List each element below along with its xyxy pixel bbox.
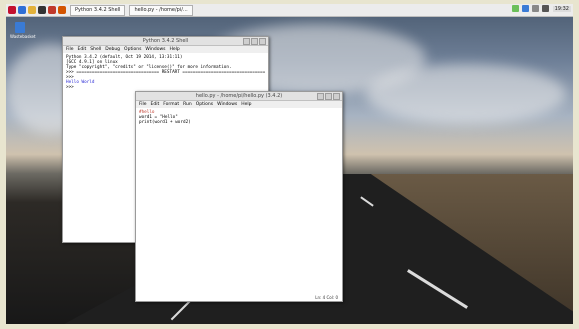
bluetooth-icon[interactable] <box>521 5 529 12</box>
task-python-shell[interactable]: Python 3.4.2 Shell <box>70 4 126 16</box>
editor-text-area[interactable]: #hello word1 = "Hello" print(word1 + word2… <box>136 108 342 127</box>
menu-edit[interactable]: Edit <box>151 102 160 107</box>
browser-icon[interactable] <box>18 6 26 14</box>
menu-file[interactable]: File <box>139 102 147 107</box>
clock[interactable]: 19:32 <box>552 5 571 12</box>
sky-cloud <box>366 64 566 124</box>
mathematica-icon[interactable] <box>48 6 56 14</box>
file-manager-icon[interactable] <box>28 6 36 14</box>
trash-label: Wastebasket <box>10 34 36 39</box>
maximize-icon[interactable] <box>251 38 258 45</box>
raspberry-menu-icon[interactable] <box>8 6 16 14</box>
menu-debug[interactable]: Debug <box>105 47 120 52</box>
cpu-icon[interactable] <box>511 5 519 12</box>
menu-windows[interactable]: Windows <box>217 102 237 107</box>
shell-line: >>> <box>66 85 74 90</box>
menu-help[interactable]: Help <box>241 102 251 107</box>
close-icon[interactable] <box>259 38 266 45</box>
shell-line: >>> ================================ RES… <box>66 70 266 75</box>
shell-menubar: File Edit Shell Debug Options Windows He… <box>63 46 268 53</box>
menu-edit[interactable]: Edit <box>78 47 87 52</box>
editor-menubar: File Edit Format Run Options Windows Hel… <box>136 101 342 108</box>
desktop: Python 3.4.2 Shell hello.py - /home/pi/.… <box>6 4 573 324</box>
menu-windows[interactable]: Windows <box>145 47 165 52</box>
menu-options[interactable]: Options <box>124 47 141 52</box>
task-label: hello.py - /home/pi/... <box>134 7 188 13</box>
terminal-icon[interactable] <box>38 6 46 14</box>
wolfram-icon[interactable] <box>58 6 66 14</box>
trash-icon[interactable] <box>15 22 25 33</box>
task-label: Python 3.4.2 Shell <box>75 7 121 13</box>
menu-options[interactable]: Options <box>196 102 213 107</box>
task-hello-editor[interactable]: hello.py - /home/pi/... <box>129 4 193 16</box>
taskbar: Python 3.4.2 Shell hello.py - /home/pi/.… <box>6 4 573 17</box>
menu-run[interactable]: Run <box>183 102 192 107</box>
wifi-icon[interactable] <box>531 5 539 12</box>
minimize-icon[interactable] <box>243 38 250 45</box>
shell-titlebar[interactable]: Python 3.4.2 Shell <box>63 37 268 46</box>
menu-file[interactable]: File <box>66 47 74 52</box>
editor-title: hello.py - /home/pi/hello.py (3.4.2) <box>195 93 283 99</box>
menu-shell[interactable]: Shell <box>90 47 101 52</box>
editor-titlebar[interactable]: hello.py - /home/pi/hello.py (3.4.2) <box>136 92 342 101</box>
editor-window[interactable]: hello.py - /home/pi/hello.py (3.4.2) Fil… <box>135 91 343 302</box>
shell-output[interactable]: Python 3.4.2 (default, Oct 19 2014, 13:3… <box>63 53 268 92</box>
volume-icon[interactable] <box>541 5 549 12</box>
maximize-icon[interactable] <box>325 93 332 100</box>
minimize-icon[interactable] <box>317 93 324 100</box>
menu-format[interactable]: Format <box>163 102 179 107</box>
shell-title: Python 3.4.2 Shell <box>142 38 189 44</box>
editor-line: print(word1 + word2) <box>139 120 191 125</box>
close-icon[interactable] <box>333 93 340 100</box>
editor-status: Ln: 4 Col: 0 <box>315 295 338 300</box>
menu-help[interactable]: Help <box>170 47 180 52</box>
